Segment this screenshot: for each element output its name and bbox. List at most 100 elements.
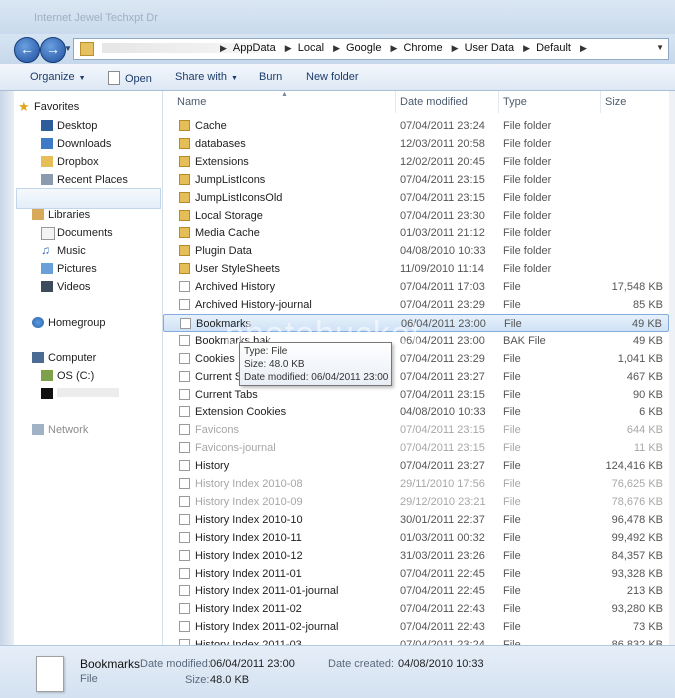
nav-redacted-drive[interactable] bbox=[41, 388, 119, 400]
file-row[interactable]: Plugin Data 04/08/2010 10:33 File folder bbox=[163, 242, 669, 260]
chevron-right-icon[interactable]: ▶ bbox=[285, 43, 292, 53]
file-size: 6 KB bbox=[639, 406, 663, 419]
file-row[interactable]: JumpListIcons 07/04/2011 23:15 File folder bbox=[163, 171, 669, 189]
file-row[interactable]: Local Storage 07/04/2011 23:30 File folder bbox=[163, 207, 669, 225]
file-row[interactable]: databases 12/03/2011 20:58 File folder bbox=[163, 135, 669, 153]
nav-dropbox[interactable]: Dropbox bbox=[41, 156, 99, 168]
breadcrumb-item[interactable]: Local bbox=[298, 42, 324, 54]
file-size: 124,416 KB bbox=[605, 460, 664, 473]
file-row[interactable]: History 07/04/2011 23:27 File 124,416 KB bbox=[163, 457, 669, 475]
file-row[interactable]: Current Tabs 07/04/2011 23:15 File 90 KB bbox=[163, 386, 669, 404]
back-button[interactable]: ← bbox=[14, 37, 40, 63]
file-name: Bookmarks bbox=[196, 317, 252, 330]
folder-icon bbox=[179, 209, 190, 221]
recent-pages-dropdown-icon[interactable]: ▼ bbox=[64, 44, 72, 53]
nav-recent-places[interactable]: Recent Places bbox=[41, 174, 128, 186]
file-icon bbox=[179, 370, 190, 382]
breadcrumb-item[interactable]: Default bbox=[536, 42, 571, 54]
file-type: File folder bbox=[503, 227, 552, 240]
file-icon bbox=[179, 281, 190, 293]
breadcrumb-item[interactable]: Chrome bbox=[403, 42, 442, 54]
desktop-edge bbox=[0, 91, 14, 645]
file-icon bbox=[179, 424, 190, 436]
breadcrumb-item[interactable]: AppData bbox=[233, 42, 276, 54]
nav-music[interactable]: ♫ Music bbox=[41, 243, 86, 257]
column-size[interactable]: Size bbox=[605, 96, 626, 108]
chevron-right-icon[interactable]: ▶ bbox=[523, 43, 530, 53]
file-date-modified: 07/04/2011 23:27 bbox=[400, 370, 485, 383]
file-row[interactable]: Media Cache 01/03/2011 21:12 File folder bbox=[163, 224, 669, 242]
file-row[interactable]: History Index 2010-09 29/12/2010 23:21 Fil… bbox=[163, 493, 669, 511]
file-row[interactable]: Bookmarks 06/04/2011 23:00 File 49 KB bbox=[163, 313, 669, 332]
file-row[interactable]: History Index 2010-10 30/01/2011 22:37 Fil… bbox=[163, 511, 669, 529]
organize-button[interactable]: Organize ▼ bbox=[30, 71, 86, 83]
nav-documents[interactable]: Documents bbox=[41, 227, 113, 240]
share-with-button[interactable]: Share with ▼ bbox=[175, 71, 238, 83]
file-size: 96,478 KB bbox=[611, 513, 663, 526]
file-date-modified: 04/08/2010 10:33 bbox=[400, 245, 486, 258]
file-date-modified: 29/12/2010 23:21 bbox=[400, 495, 486, 508]
music-icon: ♫ bbox=[41, 243, 50, 257]
breadcrumb-item[interactable]: Google bbox=[346, 42, 381, 54]
column-divider[interactable] bbox=[600, 91, 601, 113]
open-button[interactable]: Open bbox=[108, 71, 152, 85]
file-icon bbox=[179, 460, 190, 472]
file-row[interactable]: History Index 2011-02 07/04/2011 22:43 Fil… bbox=[163, 600, 669, 618]
file-row[interactable]: JumpListIconsOld 07/04/2011 23:15 File fol… bbox=[163, 189, 669, 207]
file-date-modified: 07/04/2011 17:03 bbox=[400, 281, 485, 294]
file-row[interactable]: History Index 2011-02-journal 07/04/2011 … bbox=[163, 618, 669, 636]
chevron-right-icon[interactable]: ▶ bbox=[452, 43, 459, 53]
file-row[interactable]: Extension Cookies 04/08/2010 10:33 File 6 K… bbox=[163, 403, 669, 421]
chevron-right-icon[interactable]: ▶ bbox=[391, 43, 398, 53]
file-row[interactable]: History Index 2010-08 29/11/2010 17:56 Fil… bbox=[163, 475, 669, 493]
file-row[interactable]: History Index 2011-01 07/04/2011 22:45 Fil… bbox=[163, 565, 669, 583]
nav-os-c[interactable]: OS (C:) bbox=[41, 370, 94, 382]
nav-libraries[interactable]: Libraries bbox=[32, 209, 90, 221]
forward-button[interactable]: → bbox=[40, 37, 66, 63]
burn-button[interactable]: Burn bbox=[259, 71, 282, 83]
address-bar[interactable]: ▶ AppData ▶ Local ▶ Google ▶ Chrome ▶ User Da… bbox=[73, 38, 669, 60]
file-row[interactable]: History Index 2011-01-journal 07/04/2011 … bbox=[163, 582, 669, 600]
nav-computer[interactable]: Computer bbox=[32, 352, 96, 364]
column-date-modified[interactable]: Date modified bbox=[400, 96, 468, 108]
file-date-modified: 29/11/2010 17:56 bbox=[400, 478, 485, 490]
chevron-right-icon[interactable]: ▶ bbox=[580, 43, 587, 53]
details-date-created-label: Date created: bbox=[328, 658, 395, 670]
file-row[interactable]: User StyleSheets 11/09/2010 11:14 File fol… bbox=[163, 260, 669, 278]
nav-desktop[interactable]: Desktop bbox=[41, 120, 97, 132]
folder-icon bbox=[80, 42, 94, 56]
file-date-modified: 01/03/2011 21:12 bbox=[400, 227, 485, 240]
file-row[interactable]: Cache 07/04/2011 23:24 File folder bbox=[163, 117, 669, 135]
file-row[interactable]: History Index 2010-12 31/03/2011 23:26 Fil… bbox=[163, 547, 669, 565]
vertical-scrollbar[interactable] bbox=[669, 91, 675, 645]
file-name: Local Storage bbox=[195, 209, 263, 222]
chevron-right-icon[interactable]: ▶ bbox=[220, 43, 227, 53]
address-history-dropdown-icon[interactable]: ▼ bbox=[656, 43, 664, 52]
folder-icon bbox=[179, 173, 190, 185]
nav-homegroup[interactable]: Homegroup bbox=[32, 317, 105, 329]
column-divider[interactable] bbox=[498, 91, 499, 113]
nav-pictures[interactable]: Pictures bbox=[41, 263, 97, 275]
file-row[interactable]: Archived History-journal 07/04/2011 23:29… bbox=[163, 296, 669, 314]
nav-videos[interactable]: Videos bbox=[41, 281, 90, 293]
file-row[interactable]: History Index 2011-0307/04/2011 23:24Fil… bbox=[163, 636, 669, 645]
nav-network[interactable]: Network bbox=[32, 424, 88, 436]
nav-downloads[interactable]: Downloads bbox=[41, 138, 111, 150]
file-row[interactable]: Favicons 07/04/2011 23:15 File 644 KB bbox=[163, 421, 669, 439]
document-icon bbox=[108, 71, 120, 85]
file-row[interactable]: Archived History 07/04/2011 17:03 File 17,5… bbox=[163, 278, 669, 296]
breadcrumb-item[interactable]: User Data bbox=[465, 42, 515, 54]
nav-favorites[interactable]: ★ Favorites bbox=[18, 99, 79, 114]
file-date-modified: 12/03/2011 20:58 bbox=[400, 137, 485, 150]
column-name[interactable]: Name bbox=[177, 96, 206, 108]
file-date-modified: 07/04/2011 23:29 bbox=[400, 299, 485, 311]
column-divider[interactable] bbox=[395, 91, 396, 113]
file-row[interactable]: History Index 2010-11 01/03/2011 00:32 Fil… bbox=[163, 529, 669, 547]
column-type[interactable]: Type bbox=[503, 96, 527, 108]
file-row[interactable]: Extensions 12/02/2011 20:45 File folder bbox=[163, 153, 669, 171]
navigation-pane[interactable]: ★ Favorites Desktop Downloads Dropbox Rec… bbox=[14, 91, 163, 645]
tooltip-modified: Date modified: 06/04/2011 23:00 bbox=[244, 372, 389, 383]
file-row[interactable]: Favicons-journal 07/04/2011 23:15 File 11 K… bbox=[163, 439, 669, 457]
new-folder-button[interactable]: New folder bbox=[306, 71, 359, 83]
chevron-right-icon[interactable]: ▶ bbox=[333, 43, 340, 53]
